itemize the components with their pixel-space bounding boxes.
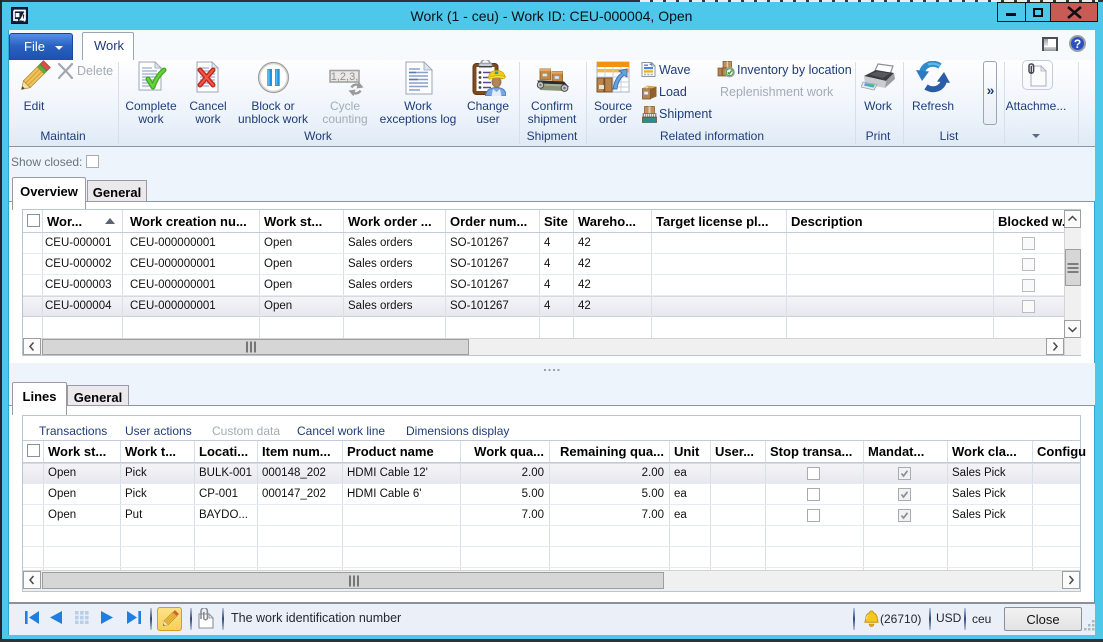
- svg-text:1,2,3,: 1,2,3,: [331, 71, 359, 83]
